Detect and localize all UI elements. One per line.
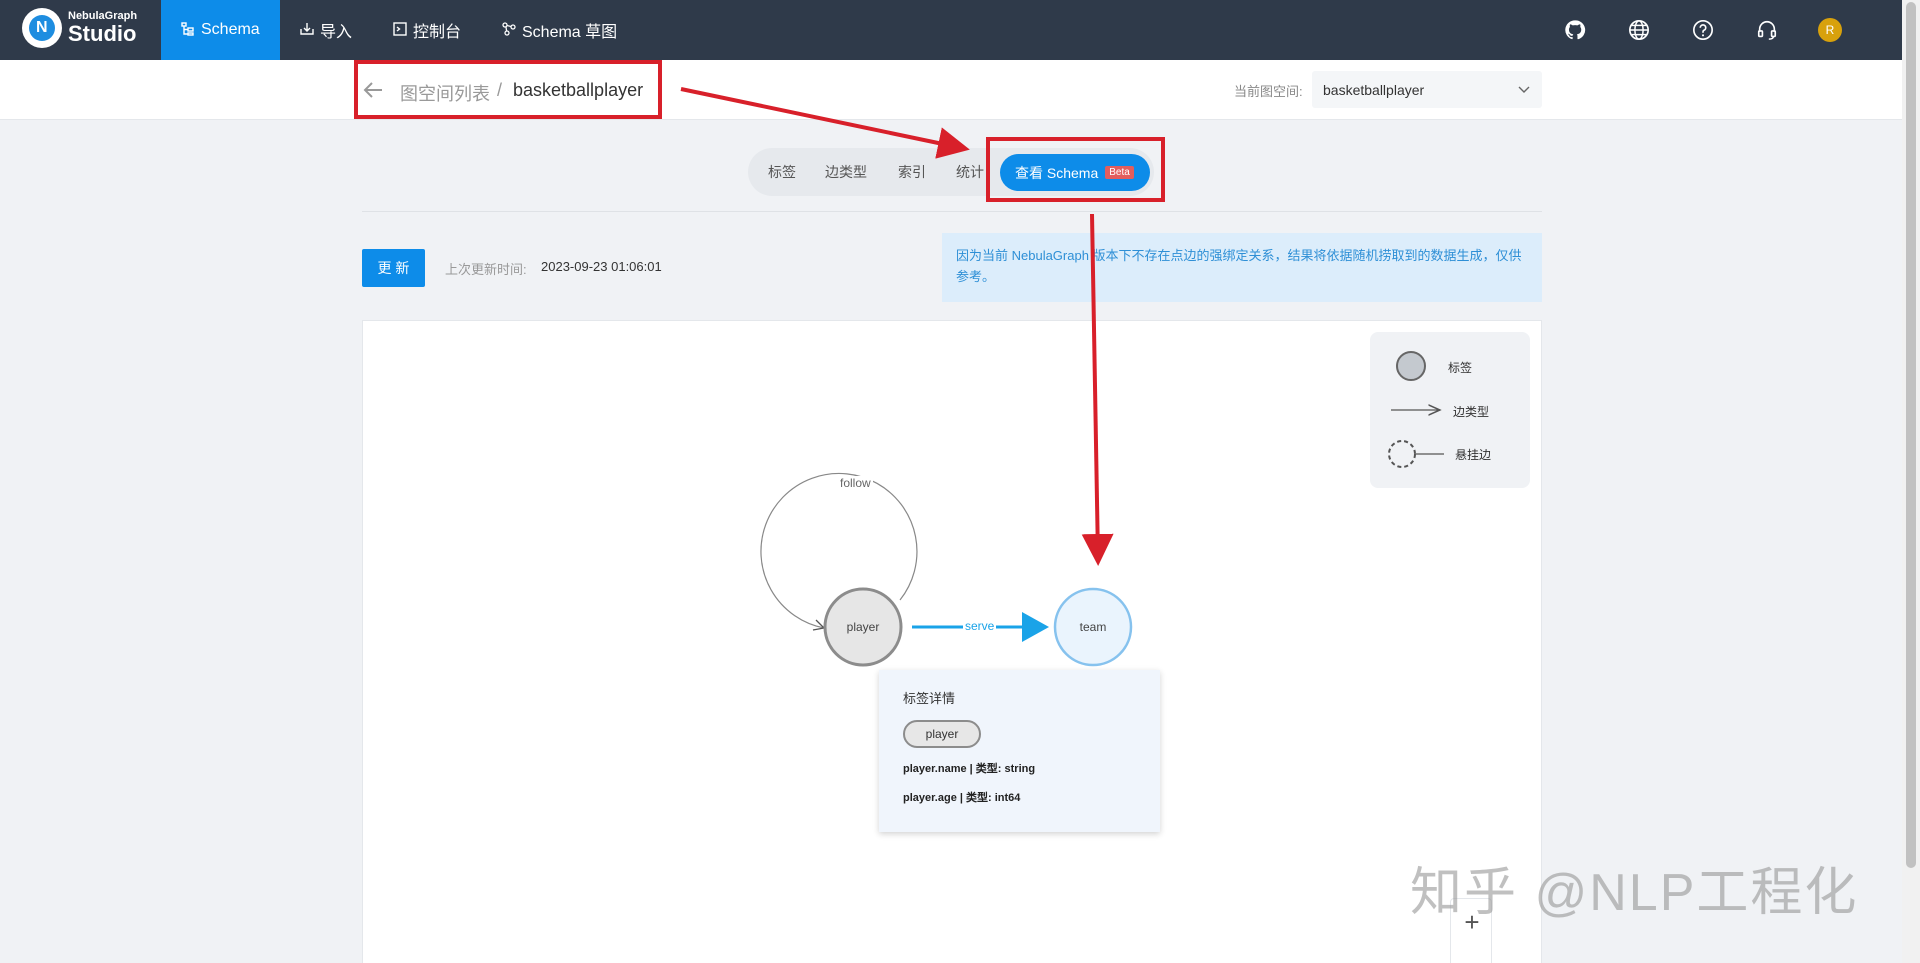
tag-pill: player (903, 720, 981, 748)
tag-detail-title: 标签详情 (903, 691, 956, 706)
watermark: 知乎 @NLP工程化 (1410, 864, 1859, 922)
annotation-arrow-to-tab (680, 87, 970, 159)
node-player-label: player (846, 620, 880, 634)
legend-dangling-label: 悬挂边 (1455, 448, 1492, 462)
annotation-box-tab (986, 137, 1165, 202)
tag-property: player.age | 类型: int64 (903, 792, 1021, 804)
annotation-box-breadcrumb (354, 60, 662, 119)
legend-tag-label: 标签 (1448, 361, 1473, 375)
tag-detail-panel: 标签详情 player player.name | 类型: string pla… (879, 670, 1160, 832)
legend-tag-circle (1396, 351, 1426, 381)
edge-follow-label: follow (838, 476, 873, 490)
legend-dangling-circle (1388, 440, 1416, 468)
node-team-label: team (1079, 620, 1107, 634)
tag-property: player.name | 类型: string (903, 763, 1036, 775)
edge-serve-label: serve (963, 619, 997, 633)
scrollbar-thumb[interactable] (1906, 2, 1916, 868)
page-scrollbar[interactable] (1902, 0, 1920, 963)
annotation-arrow-to-graph (1081, 213, 1114, 566)
legend-edge-label: 边类型 (1453, 405, 1490, 419)
